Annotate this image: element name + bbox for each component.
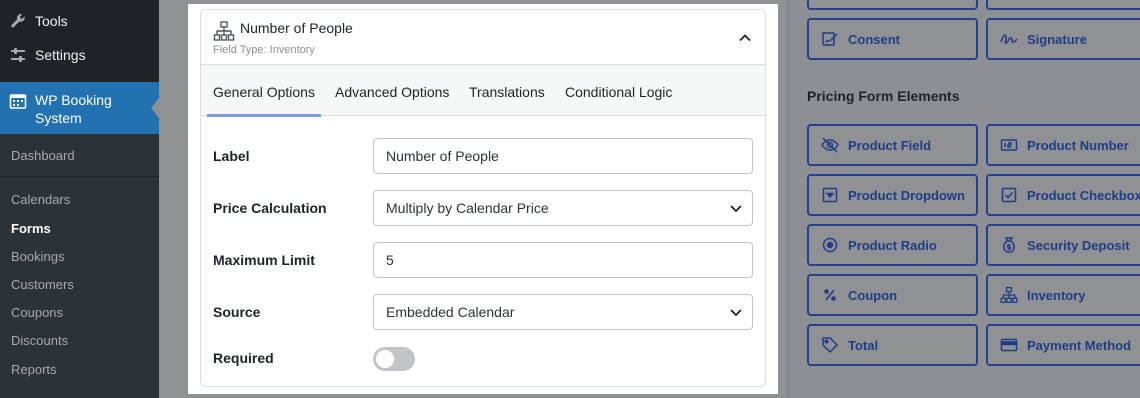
coupon-label: Coupon [848, 287, 898, 303]
dropdown-icon [820, 185, 840, 205]
submenu-item-reports[interactable]: Reports [11, 362, 57, 377]
chevron-down-icon [728, 200, 744, 216]
price-calculation-select[interactable]: Multiply by Calendar Price [373, 190, 753, 226]
source-value: Embedded Calendar [386, 304, 515, 320]
product-number-label: Product Number [1027, 137, 1129, 153]
hierarchy-icon [999, 285, 1019, 305]
tag-icon [820, 335, 840, 355]
submenu-item-coupons[interactable]: Coupons [11, 305, 63, 320]
radio-icon [820, 235, 840, 255]
submenu-item-bookings[interactable]: Bookings [11, 249, 64, 264]
tab-advanced-options[interactable]: Advanced Options [335, 65, 449, 116]
total-label: Total [848, 337, 879, 353]
product-checkbox-label: Product Checkbox [1027, 187, 1140, 203]
tab-conditional-logic[interactable]: Conditional Logic [565, 65, 672, 116]
element-button-partial[interactable] [986, 0, 1140, 10]
payment-method-button[interactable]: Payment Method [986, 324, 1140, 366]
product-field-label: Product Field [848, 137, 932, 153]
product-number-button[interactable]: Product Number [986, 124, 1140, 166]
percent-icon [820, 285, 840, 305]
tab-translations[interactable]: Translations [469, 65, 545, 116]
panel-title: Number of People [240, 20, 353, 36]
product-field-button[interactable]: Product Field [807, 124, 978, 166]
submenu: Dashboard Calendars Forms Bookings Custo… [0, 134, 159, 398]
element-button-partial[interactable] [807, 0, 978, 10]
product-radio-label: Product Radio [848, 237, 937, 253]
security-deposit-label: Security Deposit [1027, 237, 1130, 253]
chevron-up-icon[interactable] [737, 30, 753, 46]
wrench-icon [8, 11, 28, 31]
options-tabs: General Options Advanced Options Transla… [201, 64, 765, 117]
sidebar-item-label: Tools [35, 13, 68, 29]
label-field-label: Label [213, 148, 250, 164]
sidebar-item-label: WP Booking System [35, 92, 112, 126]
settings-sliders-icon [8, 45, 28, 65]
sidebar-item-tools[interactable]: Tools [0, 8, 159, 34]
product-checkbox-button[interactable]: Product Checkbox [986, 174, 1140, 216]
signature-label: Signature [1027, 31, 1087, 47]
hierarchy-icon [213, 20, 235, 42]
field-options-panel: Number of People Field Type: Inventory G… [200, 9, 766, 387]
price-calculation-value: Multiply by Calendar Price [386, 200, 549, 216]
chevron-down-icon [728, 304, 744, 320]
sidebar-item-label: Settings [35, 47, 86, 63]
product-dropdown-label: Product Dropdown [848, 187, 965, 203]
highlight-frame: Number of People Field Type: Inventory G… [188, 4, 778, 394]
maximum-limit-label: Maximum Limit [213, 252, 315, 268]
current-menu-arrow [151, 98, 159, 118]
product-dropdown-button[interactable]: Product Dropdown [807, 174, 978, 216]
required-label: Required [213, 350, 274, 366]
inventory-label: Inventory [1027, 287, 1086, 303]
calendar-icon [8, 91, 28, 111]
field-type-caption: Field Type: Inventory [213, 44, 315, 56]
submenu-item-discounts[interactable]: Discounts [11, 333, 68, 348]
sidebar-item-settings[interactable]: Settings [0, 42, 159, 68]
eye-slash-icon [820, 135, 840, 155]
source-select[interactable]: Embedded Calendar [373, 294, 753, 330]
toggle-knob [376, 350, 394, 368]
signature-button[interactable]: Signature [986, 18, 1140, 60]
payment-method-label: Payment Method [1027, 337, 1132, 353]
signature-icon [999, 29, 1019, 49]
tab-general-options[interactable]: General Options [207, 65, 321, 117]
submenu-item-calendars[interactable]: Calendars [11, 192, 70, 207]
money-bag-icon [999, 235, 1019, 255]
submenu-item-forms[interactable]: Forms [11, 221, 51, 236]
security-deposit-button[interactable]: Security Deposit [986, 224, 1140, 266]
admin-sidebar: Tools Settings WP Booking System Dashboa… [0, 0, 159, 398]
checkbox-icon [999, 185, 1019, 205]
inventory-button[interactable]: Inventory [986, 274, 1140, 316]
total-button[interactable]: Total [807, 324, 978, 366]
consent-label: Consent [848, 31, 900, 47]
submenu-item-customers[interactable]: Customers [11, 277, 74, 292]
credit-card-icon [999, 335, 1019, 355]
consent-button[interactable]: Consent [807, 18, 978, 60]
panel-header[interactable]: Number of People Field Type: Inventory [201, 10, 765, 64]
price-calculation-label: Price Calculation [213, 200, 327, 216]
number-card-icon [999, 135, 1019, 155]
product-radio-button[interactable]: Product Radio [807, 224, 978, 266]
column-divider [787, 0, 788, 398]
submenu-divider [0, 176, 159, 177]
label-input[interactable]: Number of People [373, 138, 753, 174]
maximum-limit-input[interactable]: 5 [373, 242, 753, 278]
sidebar-item-wp-booking-system[interactable]: WP Booking System [0, 82, 159, 134]
pricing-section-title: Pricing Form Elements [807, 88, 960, 104]
submenu-item-dashboard[interactable]: Dashboard [11, 148, 75, 163]
source-label: Source [213, 304, 261, 320]
required-toggle[interactable] [373, 347, 415, 371]
coupon-button[interactable]: Coupon [807, 274, 978, 316]
consent-icon [820, 29, 840, 49]
